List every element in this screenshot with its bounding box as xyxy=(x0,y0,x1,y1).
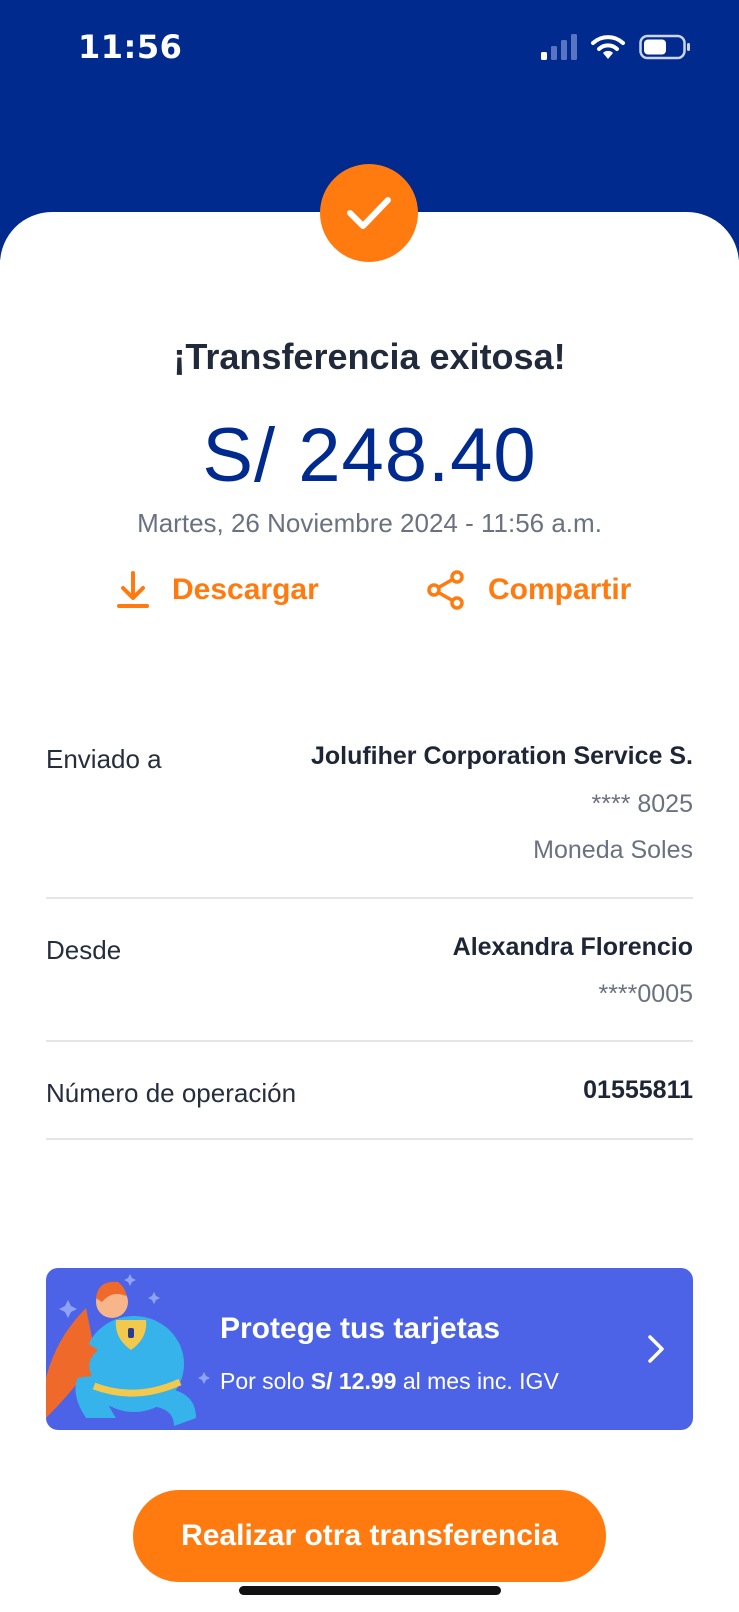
promo-subtitle: Por solo S/ 12.99 al mes inc. IGV xyxy=(220,1368,559,1395)
promo-sub-suffix: al mes inc. IGV xyxy=(402,1368,559,1394)
divider xyxy=(46,1040,693,1042)
promo-title: Protege tus tarjetas xyxy=(220,1312,501,1345)
transfer-amount: S/ 248.40 xyxy=(202,413,537,498)
share-label: Compartir xyxy=(488,573,632,606)
status-bar: 11:56 xyxy=(0,0,739,100)
wifi-icon xyxy=(591,35,625,59)
success-badge xyxy=(320,164,418,262)
checkmark-icon xyxy=(347,197,391,229)
promo-sub-prefix: Por solo xyxy=(220,1368,305,1394)
operation-number: 01555811 xyxy=(583,1076,693,1104)
superhero-illustration xyxy=(46,1274,210,1426)
from-label: Desde xyxy=(46,935,122,965)
recipient-account: **** 8025 xyxy=(591,790,693,818)
promo-price: S/ 12.99 xyxy=(310,1368,397,1394)
download-icon xyxy=(117,571,149,608)
home-indicator xyxy=(239,1586,501,1595)
transfer-datetime: Martes, 26 Noviembre 2024 - 11:56 a.m. xyxy=(137,508,602,538)
download-button[interactable]: Descargar xyxy=(116,570,319,610)
share-button[interactable]: Compartir xyxy=(426,570,631,610)
new-transfer-button[interactable]: Realizar otra transferencia xyxy=(133,1490,606,1582)
sender-account: ****0005 xyxy=(598,980,693,1008)
battery-icon xyxy=(639,34,690,60)
sent-to-label: Enviado a xyxy=(46,744,162,774)
download-label: Descargar xyxy=(172,573,319,606)
chevron-right-icon xyxy=(648,1335,664,1363)
success-title: ¡Transferencia exitosa! xyxy=(173,336,566,377)
share-icon xyxy=(427,570,464,610)
operation-number-label: Número de operación xyxy=(46,1078,297,1108)
sender-name: Alexandra Florencio xyxy=(452,933,693,961)
cellular-signal-icon xyxy=(541,34,577,60)
divider xyxy=(46,1138,693,1140)
status-time: 11:56 xyxy=(78,28,183,66)
promo-card-protection-banner[interactable]: Protege tus tarjetas Por solo S/ 12.99 a… xyxy=(46,1268,693,1430)
status-icons xyxy=(541,34,691,60)
recipient-name: Jolufiher Corporation Service S. xyxy=(310,742,693,770)
recipient-currency: Moneda Soles xyxy=(533,836,693,864)
divider xyxy=(46,897,693,899)
